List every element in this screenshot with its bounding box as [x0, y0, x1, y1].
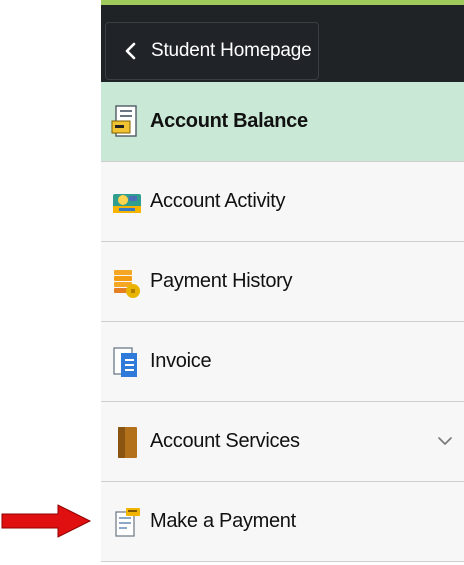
nav-label-account-activity: Account Activity: [150, 190, 286, 212]
chevron-down-icon[interactable]: [438, 436, 452, 446]
chevron-left-icon: [125, 42, 136, 60]
account-balance-icon: [111, 104, 137, 137]
sidebar-header: Student Homepage: [101, 0, 464, 82]
nav-label-account-balance: Account Balance: [150, 110, 308, 132]
nav-item-payment-history[interactable]: Payment History: [101, 242, 464, 322]
nav-label-account-services: Account Services: [150, 430, 300, 452]
nav-item-account-activity[interactable]: Account Activity: [101, 162, 464, 242]
payment-history-icon: [114, 269, 140, 298]
nav-label-payment-history: Payment History: [150, 270, 293, 292]
student-homepage-back-button[interactable]: Student Homepage: [105, 22, 319, 80]
account-services-icon: [118, 426, 137, 458]
account-activity-icon: [113, 193, 141, 213]
nav-label-make-a-payment: Make a Payment: [150, 510, 296, 532]
nav-item-account-balance[interactable]: Account Balance: [101, 82, 464, 162]
red-arrow-icon: [1, 504, 92, 538]
account-menu: Account Balance Account Activity Payment…: [101, 82, 464, 562]
student-sidebar: Student Homepage Account Balance Account…: [101, 0, 464, 565]
make-payment-icon: [115, 507, 140, 537]
nav-item-make-a-payment[interactable]: Make a Payment: [101, 482, 464, 562]
nav-item-account-services[interactable]: Account Services: [101, 402, 464, 482]
nav-label-invoice: Invoice: [150, 350, 212, 372]
nav-item-invoice[interactable]: Invoice: [101, 322, 464, 402]
invoice-icon: [113, 346, 137, 377]
back-button-label: Student Homepage: [151, 40, 312, 61]
